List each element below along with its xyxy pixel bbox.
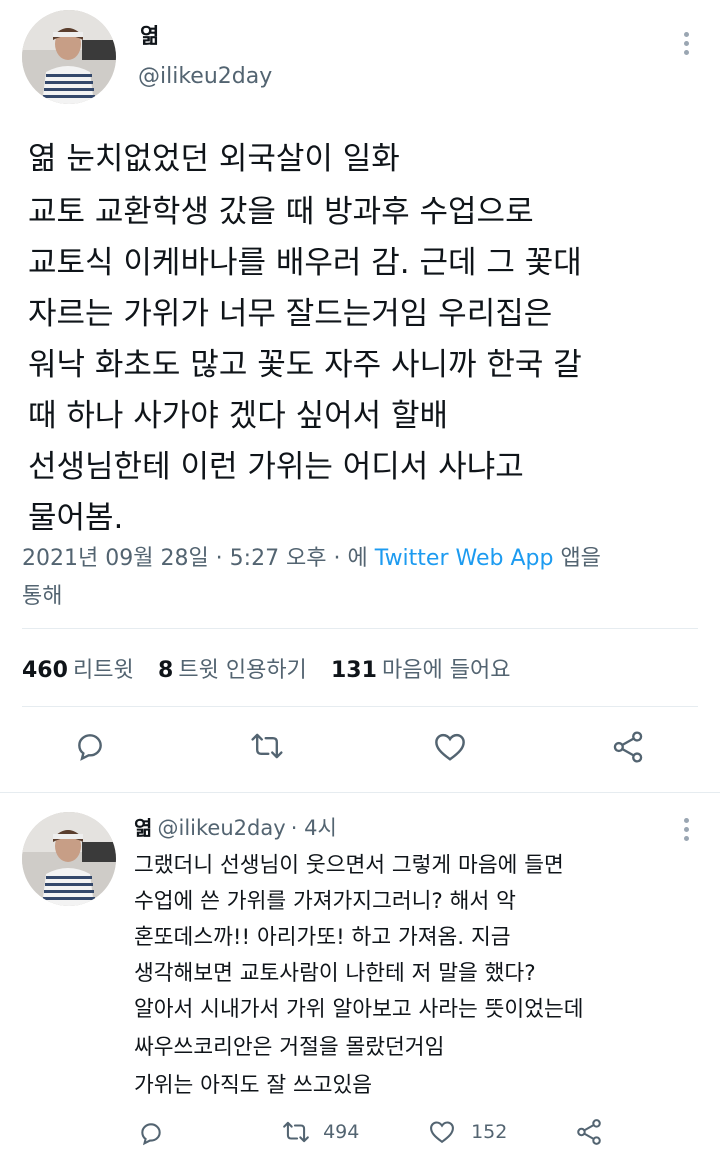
reply-body-line: 혼또데스까!! 아리가또! 하고 가져옴. 지금 [134,925,511,950]
reply-body-line: 생각해보면 교토사람이 나한테 저 말을 했다? [134,961,536,986]
tweet-body-line: 워낙 화초도 많고 꽃도 자주 사니까 한국 갈 [28,347,582,383]
more-options-icon[interactable] [680,28,692,59]
reply-author-avatar[interactable] [22,812,116,906]
tweet-body-line: 물어봄. [28,500,124,536]
like-icon [430,1121,454,1144]
quotes-label: 트윗 인용하기 [178,658,307,683]
tweet-body-line: 선생님한테 이런 가위는 어디서 사냐고 [28,449,524,485]
author-name[interactable]: 엶 [140,20,159,50]
quotes-stat[interactable]: 8 트윗 인용하기 [158,658,312,683]
author-avatar[interactable] [22,10,116,104]
divider [0,792,720,793]
retweet-icon [251,733,283,759]
retweet-icon [283,1121,309,1143]
share-button[interactable] [612,730,644,764]
tweet-source-suffix: 앱을 [560,546,601,571]
reply-time[interactable]: · 4시 [291,816,337,840]
likes-count: 131 [330,658,377,683]
reply-body-line: 알아서 시내가서 가위 알아보고 사라는 뜻이었는데 [134,997,584,1022]
reply-like-button[interactable]: 152 [428,1120,507,1144]
reply-header: 엶 @ilikeu2day · 4시 [134,812,337,842]
likes-label: 마음에 들어요 [382,658,511,683]
like-icon [435,733,465,761]
reply-button[interactable] [74,730,106,762]
reply-body-line: 그랬더니 선생님이 웃으면서 그렇게 마음에 들면 [134,853,564,878]
reply-body-line: 가위는 아직도 잘 쓰고있음 [134,1073,373,1098]
avatar-image [22,10,116,104]
reply-retweet-button[interactable]: 494 [282,1120,359,1144]
reply-body-line: 싸우쓰코리안은 거절을 몰랐던거임 [134,1035,445,1060]
like-button[interactable] [433,732,467,762]
tweet-meta: 2021년 09월 28일 · 5:27 오후 · 에 Twitter Web … [22,540,601,572]
reply-like-count: 152 [471,1121,508,1143]
reply-reply-button[interactable] [138,1120,164,1146]
divider [22,706,698,707]
tweet-body-line: 자르는 가위가 너무 잘드는거임 우리집은 [28,296,553,332]
reply-more-options-icon[interactable] [680,814,692,845]
tweet-body-line: 교토 교환학생 갔을 때 방과후 수업으로 [28,194,534,230]
reply-icon [78,734,102,761]
avatar-image [22,812,116,906]
share-icon [577,1119,601,1145]
reply-icon [141,1123,161,1146]
retweets-label: 리트윗 [73,658,134,683]
tweet-body-line: 엶 눈치없었던 외국살이 일화 [28,141,400,177]
reply-retweet-count: 494 [323,1121,360,1143]
retweets-stat[interactable]: 460 리트윗 [22,658,139,683]
reply-share-button[interactable] [576,1118,602,1146]
retweet-button[interactable] [250,731,284,761]
reply-author-handle[interactable]: @ilikeu2day [158,816,286,840]
tweet-timestamp[interactable]: 2021년 09월 28일 · 5:27 오후 · 에 [22,546,368,571]
author-handle[interactable]: @ilikeu2day [138,64,272,89]
tweet-body-line: 때 하나 사가야 겠다 싶어서 할배 [28,398,449,434]
reply-author-name[interactable]: 엶 [134,816,152,840]
tweet-stats: 460 리트윗 8 트윗 인용하기 131 마음에 들어요 [22,652,510,684]
tweet-source-suffix2: 통해 [22,584,63,609]
tweet-source-link[interactable]: Twitter Web App [375,546,554,571]
reply-body-line: 수업에 쓴 가위를 가져가지그러니? 해서 악 [134,889,516,914]
share-icon [613,731,643,763]
tweet-body-line: 교토식 이케바나를 배우러 감. 근데 그 꽃대 [28,245,582,281]
likes-stat[interactable]: 131 마음에 들어요 [331,658,510,683]
quotes-count: 8 [157,658,174,683]
divider [22,628,698,629]
retweets-count: 460 [22,658,68,683]
